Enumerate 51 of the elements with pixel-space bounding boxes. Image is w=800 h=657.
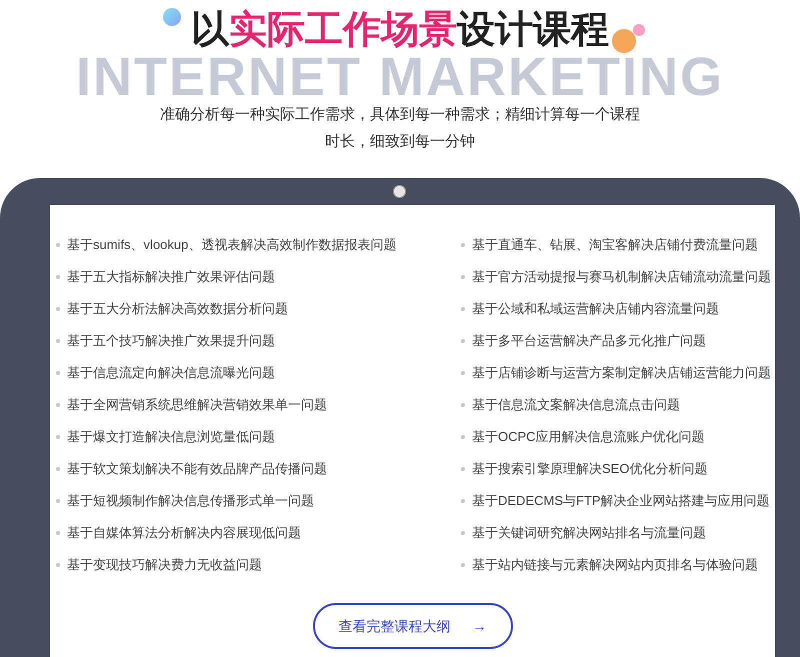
course-topic: 基于搜索引擎原理解决SEO优化分析问题	[472, 460, 708, 478]
course-topic: 基于全网营销系统思维解决营销效果单一问题	[67, 396, 327, 414]
bullet-icon	[461, 339, 465, 343]
bullet-icon	[461, 307, 465, 311]
bullet-icon	[461, 403, 465, 407]
bubbles-icon	[611, 24, 645, 54]
bullet-icon	[461, 243, 465, 247]
course-topic: 基于软文策划解决不能有效品牌产品传播问题	[67, 460, 327, 478]
bullet-icon	[56, 467, 60, 471]
bullet-icon	[56, 371, 60, 375]
course-topic: 基于sumifs、vlookup、透视表解决高效制作数据报表问题	[67, 236, 396, 254]
bullet-icon	[461, 531, 465, 535]
bullet-icon	[56, 563, 60, 567]
course-topic: 基于店铺诊断与运营方案制定解决店铺运营能力问题	[472, 364, 771, 382]
course-topic: 基于公域和私域运营解决店铺内容流量问题	[472, 300, 719, 318]
course-topic: 基于OCPC应用解决信息流账户优化问题	[472, 428, 705, 446]
bullet-icon	[461, 275, 465, 279]
bullet-icon	[461, 371, 465, 375]
bullet-icon	[56, 435, 60, 439]
bullet-icon	[461, 563, 465, 567]
bullet-icon	[56, 531, 60, 535]
course-topic: 基于短视频制作解决信息传播形式单一问题	[67, 492, 314, 510]
bullet-icon	[461, 435, 465, 439]
course-topic: 基于五大分析法解决高效数据分析问题	[67, 300, 288, 318]
bullet-icon	[56, 307, 60, 311]
course-topic: 基于多平台运营解决产品多元化推广问题	[472, 332, 706, 350]
course-topic: 基于爆文打造解决信息浏览量低问题	[67, 428, 275, 446]
course-topic: 基于直通车、钻展、淘宝客解决店铺付费流量问题	[472, 236, 758, 254]
course-topic: 基于五个技巧解决推广效果提升问题	[67, 332, 275, 350]
bullet-icon	[56, 339, 60, 343]
course-topic: 基于自媒体算法分析解决内容展现低问题	[67, 524, 301, 542]
course-topic: 基于站内链接与元素解决网站内页排名与体验问题	[472, 556, 758, 574]
section-subtitle: 准确分析每一种实际工作需求，具体到每一种需求；精细计算每一个课程时长，细致到每一分钟	[159, 105, 641, 152]
course-topic: 基于信息流文案解决信息流点击问题	[472, 396, 680, 414]
bubble-icon	[163, 8, 181, 26]
bullet-icon	[461, 467, 465, 471]
section-title: 以实际工作场景设计课程	[191, 8, 609, 53]
bullet-icon	[56, 275, 60, 279]
bullet-icon	[56, 499, 60, 503]
course-topic: 基于关键词研究解决网站排名与流量问题	[472, 524, 706, 542]
bullet-icon	[56, 243, 60, 247]
bullet-icon	[56, 403, 60, 407]
course-topic: 基于变现技巧解决费力无收益问题	[67, 556, 262, 574]
camera-icon	[393, 185, 406, 198]
course-topic: 基于DEDECMS与FTP解决企业网站搭建与应用问题	[472, 492, 770, 510]
course-topic: 基于信息流定向解决信息流曝光问题	[67, 364, 275, 382]
background-text: INTERNET MARKETING	[75, 50, 725, 104]
bullet-icon	[461, 499, 465, 503]
view-outline-button[interactable]: 查看完整课程大纲 →	[312, 603, 512, 649]
course-topic: 基于五大指标解决推广效果评估问题	[67, 268, 275, 286]
course-topic: 基于官方活动提报与赛马机制解决店铺流动流量问题	[472, 268, 771, 286]
